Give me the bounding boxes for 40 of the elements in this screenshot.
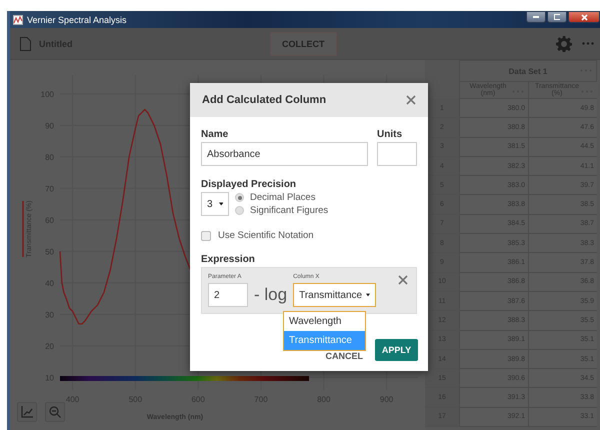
checkbox-label: Use Scientific Notation <box>218 230 314 241</box>
field-label: Units <box>377 129 403 140</box>
caret-icon <box>218 202 223 206</box>
app-icon <box>13 14 23 24</box>
radio-button[interactable] <box>235 193 244 202</box>
close-icon <box>580 14 588 20</box>
more-icon[interactable] <box>582 42 594 45</box>
close-button[interactable] <box>568 11 600 23</box>
column-dropdown[interactable]: Transmittance <box>293 283 376 307</box>
precision-dropdown[interactable]: 3 <box>201 192 229 216</box>
close-icon[interactable] <box>398 275 408 285</box>
close-icon[interactable] <box>406 95 416 105</box>
dropdown-option[interactable]: Wavelength <box>284 312 365 331</box>
zoom-icon <box>49 406 61 418</box>
dialog-title: Add Calculated Column <box>202 94 326 106</box>
window-title: Vernier Spectral Analysis <box>27 14 128 24</box>
radio-label: Decimal Places <box>250 192 316 203</box>
axes-icon <box>21 406 33 418</box>
maximize-button[interactable] <box>547 11 567 23</box>
graph-options-button[interactable] <box>17 402 37 422</box>
document-icon[interactable] <box>20 36 31 50</box>
units-field[interactable] <box>377 142 417 166</box>
operator-text: - log <box>254 284 288 306</box>
zoom-button[interactable] <box>45 402 65 422</box>
legend-line <box>22 201 24 257</box>
radio-label: Significant Figures <box>250 205 328 216</box>
radio-button[interactable] <box>235 206 244 215</box>
caret-icon <box>366 293 370 297</box>
field-label: Expression <box>201 254 256 265</box>
checkbox[interactable] <box>201 230 211 240</box>
name-field[interactable]: Absorbance <box>201 142 368 166</box>
apply-button[interactable]: APPLY <box>375 339 418 361</box>
cancel-button[interactable]: CANCEL <box>326 351 363 361</box>
parameter-field[interactable]: 2 <box>208 283 248 307</box>
settings-icon[interactable] <box>556 36 572 52</box>
minimize-icon <box>533 16 539 18</box>
maximize-icon <box>554 14 560 20</box>
minimize-button[interactable] <box>526 11 546 23</box>
field-label: Name <box>201 129 230 140</box>
field-label: Displayed Precision <box>201 179 298 190</box>
